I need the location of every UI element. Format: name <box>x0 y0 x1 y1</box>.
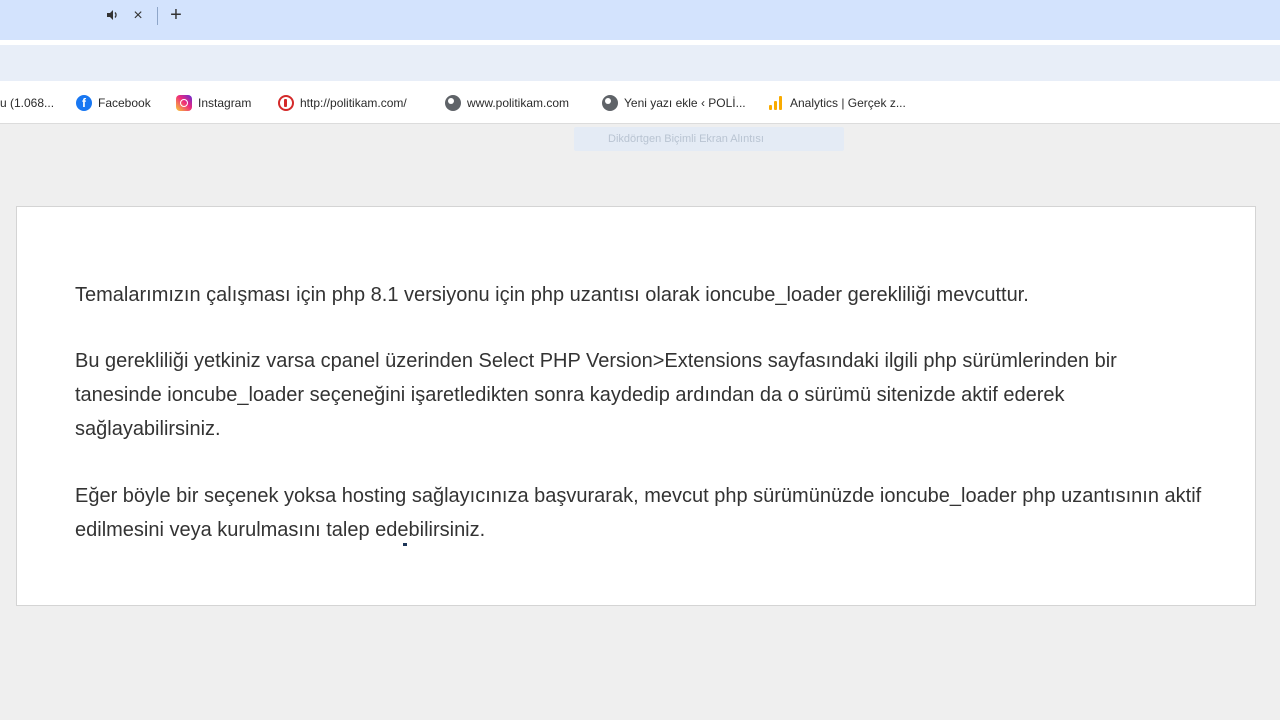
text-cursor <box>403 543 407 546</box>
facebook-icon: f <box>76 95 92 111</box>
address-bar[interactable] <box>0 45 1280 81</box>
paragraph-cpanel-instructions: Bu gerekliliği yetkiniz varsa cpanel üze… <box>75 350 1117 440</box>
paragraph-requirement: Temalarımızın çalışması için php 8.1 ver… <box>75 284 1029 306</box>
paragraph-hosting-provider: Eğer böyle bir seçenek yoksa hosting sağ… <box>75 485 1202 541</box>
bookmark-label: Yeni yazı ekle ‹ POLİ... <box>624 96 746 110</box>
instagram-icon <box>176 95 192 111</box>
bookmarks-bar: u (1.068... f Facebook Instagram http://… <box>0 81 1280 124</box>
bookmark-politikam[interactable]: http://politikam.com/ <box>278 93 407 113</box>
bookmark-instagram[interactable]: Instagram <box>176 93 251 113</box>
speaker-icon[interactable] <box>104 8 120 24</box>
bookmark-www-politikam[interactable]: www.politikam.com <box>445 93 569 113</box>
snip-tooltip: Dikdörtgen Biçimli Ekran Alıntısı <box>574 127 844 151</box>
bookmark-item[interactable]: u (1.068... <box>0 93 54 113</box>
globe-icon <box>602 95 618 111</box>
bookmark-analytics[interactable]: Analytics | Gerçek z... <box>768 93 906 113</box>
bookmark-facebook[interactable]: f Facebook <box>76 93 151 113</box>
new-tab-button[interactable]: + <box>168 5 184 27</box>
tab-separator <box>157 7 158 25</box>
bookmark-yeni-yazi[interactable]: Yeni yazı ekle ‹ POLİ... <box>602 93 746 113</box>
message-card: Temalarımızın çalışması için php 8.1 ver… <box>16 206 1256 606</box>
bookmark-label: Analytics | Gerçek z... <box>790 96 906 110</box>
bookmark-label: Instagram <box>198 96 252 110</box>
close-icon[interactable]: × <box>130 7 146 25</box>
bookmark-label: u (1.068... <box>0 96 55 110</box>
politikam-icon <box>278 95 294 111</box>
tab-strip: × + <box>0 0 1280 40</box>
browser-toolbar <box>0 40 1280 81</box>
analytics-icon <box>768 95 784 111</box>
globe-icon <box>445 95 461 111</box>
bookmark-label: www.politikam.com <box>467 96 570 110</box>
bookmark-label: http://politikam.com/ <box>300 96 407 110</box>
bookmark-label: Facebook <box>98 96 151 110</box>
